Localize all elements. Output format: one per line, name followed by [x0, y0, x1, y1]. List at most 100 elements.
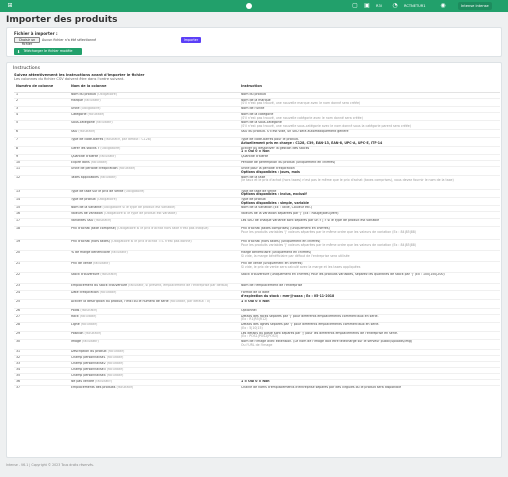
instruction-options: Options disponibles : jours, mois [241, 169, 300, 174]
column-requirement: (Obligatoire) [80, 106, 101, 110]
table-row: 4 Catégorie (facultatif) Nom de la catégor… [14, 111, 500, 121]
instruction-note: (Ex : POS1|POS2|POS3) [241, 334, 279, 339]
columns-table: Numéro de colonne Nom de la colonne Inst… [14, 83, 500, 394]
column-name: Type de taxe sur le prix de vente [71, 189, 124, 193]
column-number: 12 [14, 174, 69, 190]
column-name-cell: Type de taxe sur le prix de vente (Oblig… [69, 188, 239, 198]
column-requirement: (facultatif) [87, 112, 105, 116]
column-name-cell: Taxes applicables (facultatif) [69, 174, 239, 190]
column-requirement: (Obligatoire) [96, 92, 117, 96]
column-requirement: (Obligatoire) [100, 146, 121, 150]
table-row: 25 Activer la description du produit, l'I… [14, 298, 500, 309]
instruction-cell: Valeurs de la variation séparées par '|'… [239, 211, 500, 219]
grid-icon[interactable]: ⊞ [6, 2, 14, 10]
user-icon[interactable]: ◉ [440, 2, 446, 10]
column-name-cell: Prix d'achat (taxe comprise) (Obligatoir… [69, 226, 239, 240]
instruction-cell: Unité pour la période d'expiration Option… [239, 166, 500, 176]
bell-icon[interactable]: ◔ [392, 2, 398, 10]
column-requirement: (Obligatoire si le prix d'achat hors tax… [116, 226, 209, 231]
header-instruction: Instruction [239, 83, 500, 93]
column-requirement: (facultatif) [94, 218, 112, 223]
column-name: Ne pas vendre [71, 379, 95, 383]
column-number: 21 [14, 261, 69, 273]
column-name-cell: Stock d'ouverture (facultatif) [69, 272, 239, 284]
table-row: 6 SKU (facultatif) SKU du produit. S'il es… [14, 129, 500, 138]
instructions-title: Instructions [13, 66, 40, 71]
column-name: Emplacement du stock d'ouverture [71, 283, 128, 288]
column-name: Nom du produit [71, 92, 96, 96]
download-template-button[interactable]: ⬇ Télécharger le fichier modèle [14, 48, 82, 55]
table-row: 12 Taxes applicables (facultatif) Nom de l… [14, 174, 500, 190]
column-requirement: (facultatif) [78, 129, 96, 134]
column-number: 19 [14, 239, 69, 251]
table-row: 27 Rack (facultatif) Détails des racks sép… [14, 313, 500, 323]
instruction-cell: Stock d'ouverture (uniquement en chiffre… [239, 272, 500, 284]
topbar-date[interactable]: RCTNETUR1 [404, 2, 426, 10]
column-requirement: (facultatif) [100, 272, 118, 277]
instruction-cell: Type de code-barres pour le produit. Actu… [239, 137, 500, 147]
column-name: Description du produit [71, 349, 107, 353]
table-row: 13 Type de taxe sur le prix de vente (Obl… [14, 188, 500, 198]
instruction-text: Période de péremption du produit (unique… [241, 160, 336, 165]
table-row: 14 Type de produit (Obligatoire) Type de p… [14, 196, 500, 206]
column-name: Taxes applicables [71, 175, 99, 179]
logo-icon[interactable] [246, 3, 252, 9]
instruction-note: Ou l'URL de l'image [241, 342, 273, 347]
instruction-text: Valeurs de la variation séparées par '|'… [241, 211, 339, 216]
table-row: 16 Valeurs de variation (Obligatoire si l… [14, 211, 500, 219]
table-row: 7 Type de code-barres (facultatif, par dé… [14, 137, 500, 147]
column-requirement: (facultatif) [95, 379, 112, 383]
column-name: Variantes SKU [71, 218, 94, 223]
box-icon[interactable]: ▣ [364, 2, 370, 10]
column-number: 5 [14, 120, 69, 130]
column-name: Gérer les stocks ? [71, 146, 100, 150]
instruction-cell: Nom de la sous-catégorie (S'il n'est pas … [239, 120, 500, 130]
calendar-icon[interactable]: ▢ [352, 2, 358, 10]
column-name: SKU [71, 129, 78, 134]
column-name: Champ personnalisé2 [71, 361, 106, 365]
file-label: Fichier à importer : [14, 31, 58, 36]
column-name: Expire dans [71, 160, 90, 165]
file-status: Aucun fichier n'a été sélectionné [42, 38, 97, 42]
instruction-text: Nom de l'emplacement de l'entreprise [241, 283, 303, 288]
column-number: 29 [14, 330, 69, 340]
column-name: Rack [71, 314, 79, 318]
user-menu[interactable]: Intense intense [458, 2, 492, 10]
instruction-cell: Détails des lignes séparés par '|' pour … [239, 322, 500, 332]
column-requirement: (facultatif) [106, 367, 124, 371]
column-requirement: (facultatif, par défaut : 0) [169, 299, 211, 303]
choose-file-button[interactable]: Choisir un fichier [14, 37, 40, 46]
column-number: 23 [14, 283, 69, 291]
column-requirement: (facultatif) [84, 331, 102, 335]
instruction-options: Options disponibles : inclus, exclusif [241, 192, 307, 197]
column-name: % de marge bénéficiaire [71, 250, 111, 255]
instruction-cell: SKU du produit. S'il est vide, un SKU se… [239, 129, 500, 138]
instruction-options: 1 = Oui 0 = Non [241, 149, 270, 154]
column-name: Image [71, 339, 81, 343]
instruction-options: 1 = Oui 0 = Non [241, 379, 270, 383]
column-requirement: (facultatif) [83, 98, 101, 102]
instructions-card: Instructions Suivez attentivement les in… [6, 62, 502, 458]
table-row: 17 Variantes SKU (facultatif) Les SKU de c… [14, 218, 500, 227]
table-row: 28 Ligne (facultatif) Détails des lignes s… [14, 322, 500, 332]
table-row: 21 Prix de vente (facultatif) Prix de vent… [14, 261, 500, 273]
column-number: 17 [14, 218, 69, 227]
instruction-cell: Nom de la marque (S'il n'est pas trouvé, … [239, 97, 500, 107]
column-requirement: (facultatif) [82, 339, 99, 343]
column-name: Type de code-barres [71, 137, 104, 142]
column-requirement: (facultatif) [116, 385, 134, 389]
column-requirement: (facultatif, par défaut : C128) [104, 137, 152, 142]
import-button[interactable]: Importer [181, 37, 201, 43]
column-name: Unité [71, 106, 80, 110]
table-row: 37 Emplacements des produits (facultatif)… [14, 384, 500, 394]
column-name: Activer la description du produit, l'IME… [71, 299, 169, 303]
column-name: Sous-catégorie [71, 120, 95, 125]
instruction-note: (Ex : 5|10|15) [241, 325, 263, 330]
instruction-text: Optionnel [241, 308, 257, 312]
instruction-text: Nom de l'unité [241, 106, 265, 110]
instruction-options: Actuellement pris en charge : C128, C39,… [241, 141, 383, 146]
topbar-code[interactable]: R3I [376, 2, 382, 10]
column-requirement: (facultatif) [80, 322, 98, 327]
column-name-cell: SKU (facultatif) [69, 129, 239, 138]
column-requirement: (facultatif) [93, 261, 110, 266]
